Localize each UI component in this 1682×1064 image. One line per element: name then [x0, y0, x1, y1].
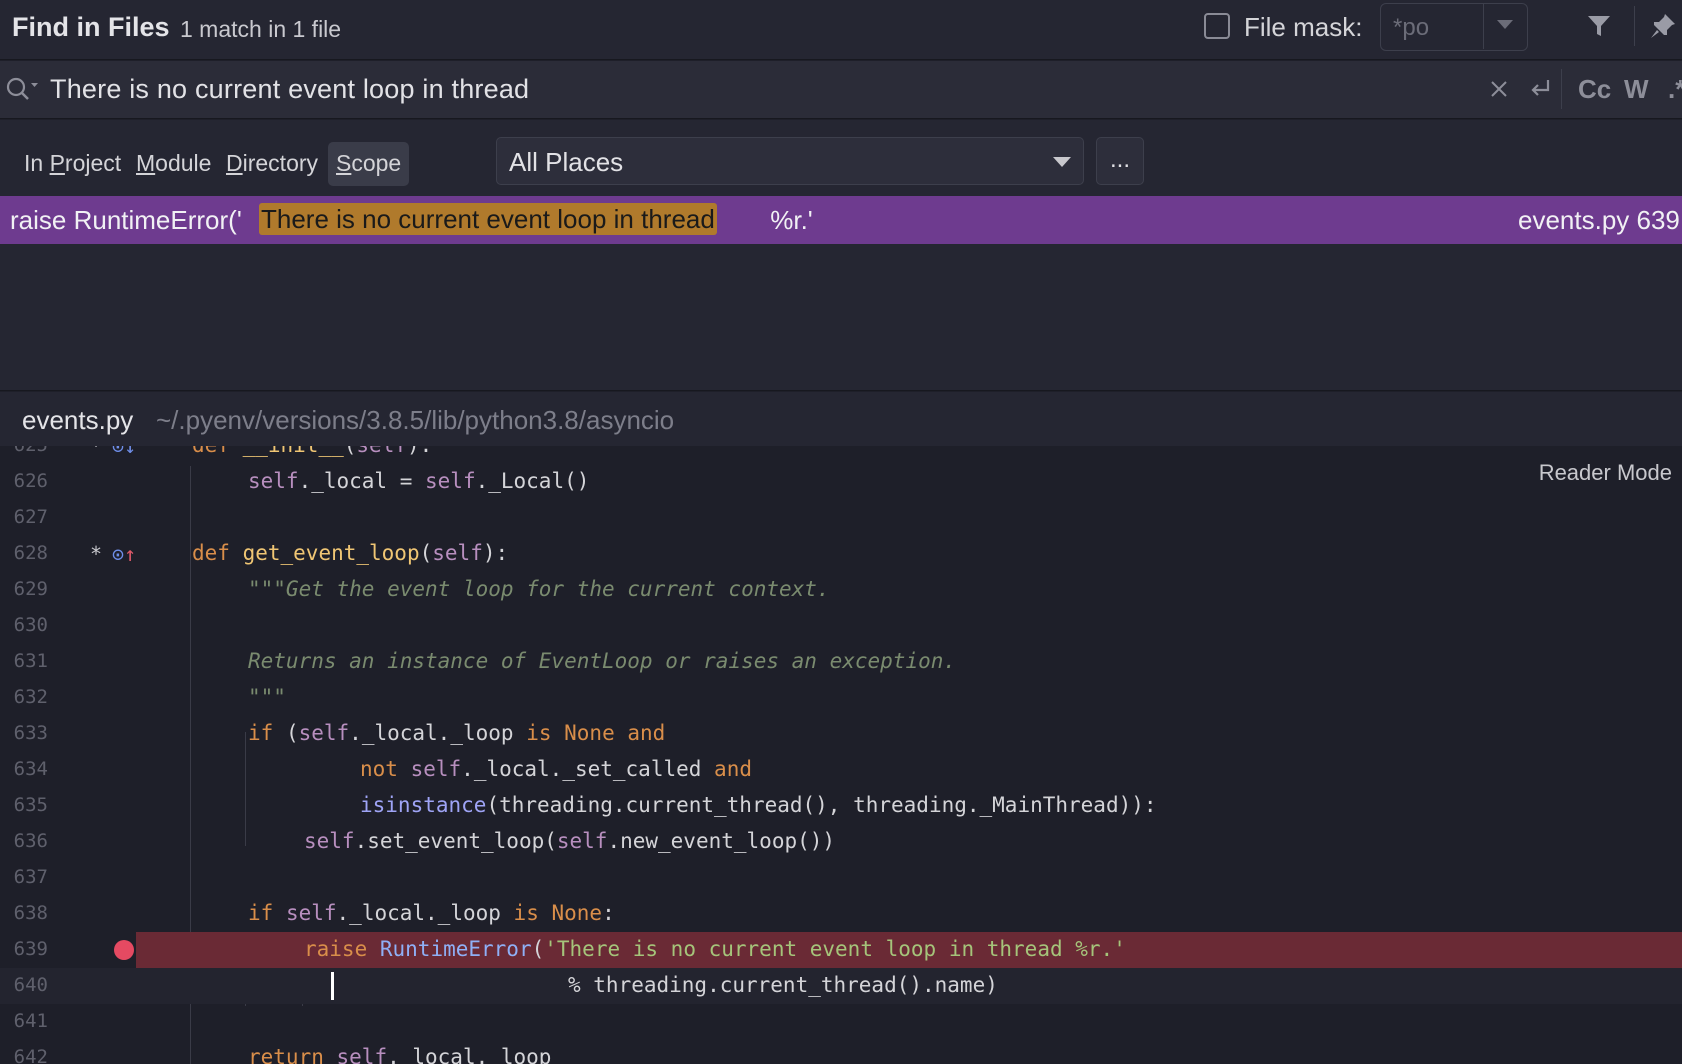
override-marker-icon[interactable]: *	[90, 446, 102, 458]
code-line-caret: 640 % threading.current_thread().name)	[0, 968, 1682, 1004]
file-mask-checkbox[interactable]	[1204, 13, 1230, 39]
preview-file-path: ~/.pyenv/versions/3.8.5/lib/python3.8/as…	[156, 405, 675, 435]
whole-words-label: W	[1624, 73, 1649, 104]
search-options-divider	[1561, 69, 1562, 109]
code-line: 634 not self._local._set_called and	[0, 752, 1682, 788]
code-line: 637	[0, 860, 1682, 896]
header-divider	[1634, 6, 1635, 46]
code-line-breakpoint: 639 raise RuntimeError('There is no curr…	[0, 932, 1682, 968]
code-preview[interactable]: 625 * ⊙↓ def __init__(self): 626 self._l…	[0, 446, 1682, 1064]
dialog-title: Find in Files	[12, 12, 170, 42]
match-case-toggle[interactable]: Cc	[1578, 73, 1611, 105]
code-line: 633 if (self._local._loop is None and	[0, 716, 1682, 752]
line-number: 642	[13, 1046, 48, 1064]
search-icon[interactable]	[4, 75, 40, 110]
implements-down-icon[interactable]: ⊙↓	[112, 446, 136, 458]
line-number: 628	[13, 542, 48, 564]
scope-dropdown[interactable]: All Places	[496, 137, 1084, 185]
breakpoint-icon[interactable]	[114, 940, 134, 960]
line-number: 634	[13, 758, 48, 780]
tab-directory[interactable]: Directory	[218, 142, 326, 186]
result-prefix: raise RuntimeError('	[10, 205, 242, 235]
code-line: 630	[0, 608, 1682, 644]
close-icon[interactable]	[1484, 73, 1514, 105]
code-line: 629 """Get the event loop for the curren…	[0, 572, 1682, 608]
filter-icon[interactable]	[1584, 11, 1614, 41]
file-mask-separator	[1483, 4, 1484, 49]
match-count: 1 match in 1 file	[180, 16, 342, 42]
preview-file-name: events.py	[22, 405, 134, 435]
line-number: 639	[13, 938, 48, 960]
chevron-down-icon	[1053, 157, 1071, 167]
result-file: events.py 639	[1518, 205, 1680, 235]
tab-module[interactable]: Module	[128, 142, 219, 186]
pin-icon[interactable]	[1648, 11, 1678, 41]
code-line: 638 if self._local._loop is None:	[0, 896, 1682, 932]
line-number: 633	[13, 722, 48, 744]
line-number: 627	[13, 506, 48, 528]
code-line: 631 Returns an instance of EventLoop or …	[0, 644, 1682, 680]
code-line: 642 return self._local._loop	[0, 1040, 1682, 1064]
preview-file-header: events.py ~/.pyenv/versions/3.8.5/lib/py…	[0, 392, 1682, 446]
search-input[interactable]: There is no current event loop in thread	[50, 74, 529, 105]
overrides-up-icon[interactable]: ⊙↑	[112, 542, 136, 566]
result-row[interactable]: raise RuntimeError(' There is no current…	[0, 196, 1682, 244]
code-line: 641	[0, 1004, 1682, 1040]
line-number: 640	[13, 974, 48, 996]
results-list: raise RuntimeError(' There is no current…	[0, 196, 1682, 391]
regex-toggle[interactable]: .*	[1668, 73, 1682, 105]
code-line: 627	[0, 500, 1682, 536]
code-line: 636 self.set_event_loop(self.new_event_l…	[0, 824, 1682, 860]
file-mask-label: File mask:	[1244, 12, 1363, 42]
scope-dropdown-value: All Places	[509, 147, 624, 177]
regex-label: .*	[1668, 73, 1682, 104]
tab-scope[interactable]: Scope	[328, 142, 410, 186]
code-line: 632 """	[0, 680, 1682, 716]
code-line: 635 isinstance(threading.current_thread(…	[0, 788, 1682, 824]
line-number: 626	[13, 470, 48, 492]
find-in-files-header: Find in Files 1 match in 1 file File mas…	[0, 0, 1682, 60]
line-number: 638	[13, 902, 48, 924]
newline-icon[interactable]	[1526, 73, 1556, 105]
tab-in-project[interactable]: In Project	[16, 142, 129, 186]
match-case-label: Cc	[1578, 73, 1612, 104]
line-number: 637	[13, 866, 48, 888]
line-number: 636	[13, 830, 48, 852]
code-line: 628 * ⊙↑ def get_event_loop(self):	[0, 536, 1682, 572]
whole-words-toggle[interactable]: W	[1624, 73, 1649, 105]
code-line: 626 self._local = self._Local()	[0, 464, 1682, 500]
line-number: 635	[13, 794, 48, 816]
reader-mode-button[interactable]: Reader Mode	[1539, 460, 1672, 486]
search-bar: There is no current event loop in thread…	[0, 61, 1682, 119]
override-marker-icon[interactable]: *	[90, 542, 102, 566]
text-caret	[331, 972, 334, 1000]
line-number: 630	[13, 614, 48, 636]
line-number: 641	[13, 1010, 48, 1032]
code-line: 625 * ⊙↓ def __init__(self):	[0, 446, 1682, 464]
chevron-down-icon[interactable]	[1497, 20, 1513, 29]
line-number: 632	[13, 686, 48, 708]
line-number: 629	[13, 578, 48, 600]
scope-row: In Project Module Directory Scope All Pl…	[0, 120, 1682, 196]
line-number: 631	[13, 650, 48, 672]
file-mask-input[interactable]: *po	[1393, 14, 1429, 42]
line-number: 625	[0, 446, 48, 456]
browse-scope-button[interactable]: ...	[1096, 137, 1144, 185]
result-suffix: %r.'	[763, 205, 813, 235]
result-match-highlight: There is no current event loop in thread	[259, 203, 717, 235]
file-mask-combo[interactable]: *po	[1380, 3, 1528, 51]
